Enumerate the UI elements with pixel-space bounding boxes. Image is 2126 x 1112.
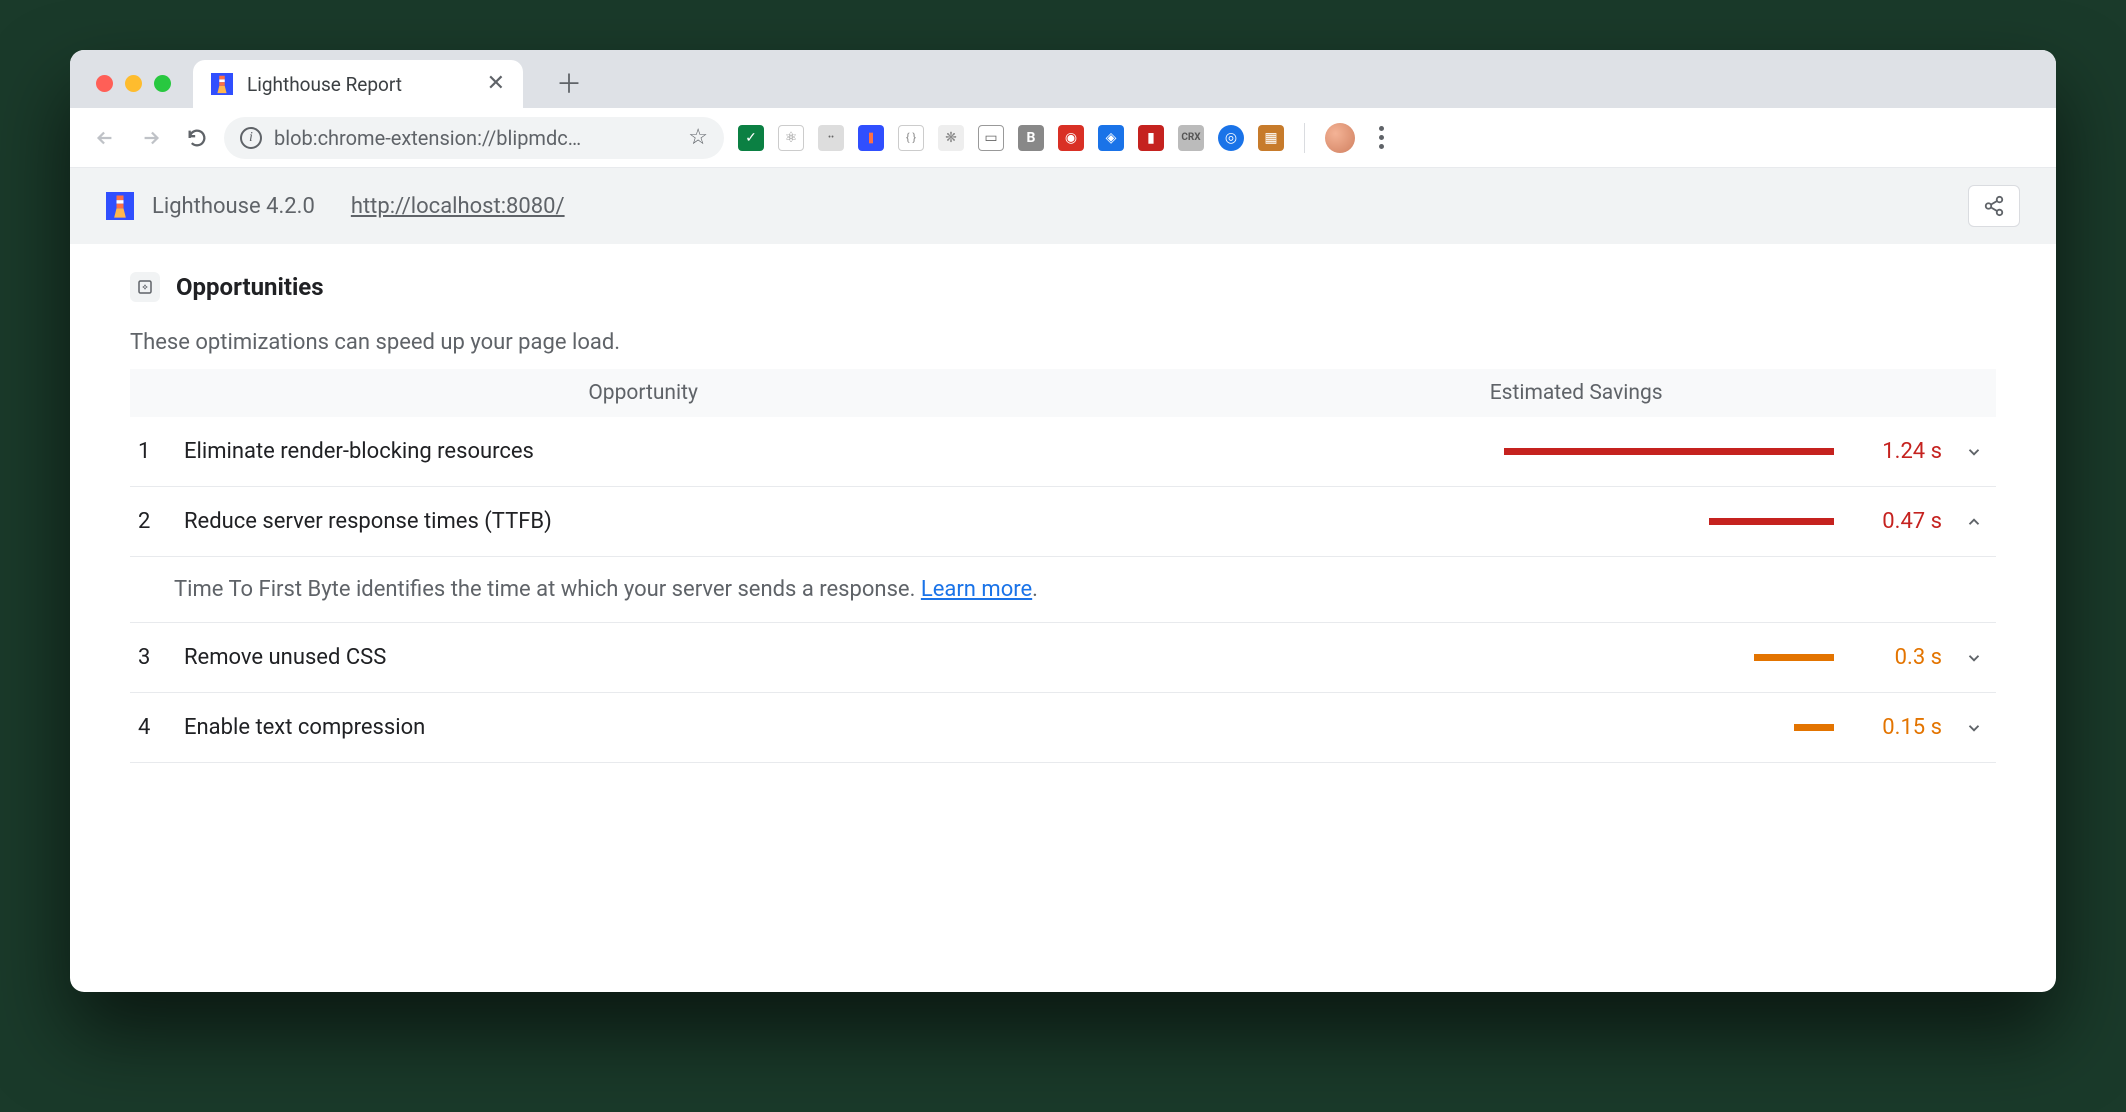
extension-icon[interactable]: ✓ — [738, 125, 764, 151]
bookmark-star-icon[interactable]: ☆ — [688, 125, 708, 150]
report-content: Opportunities These optimizations can sp… — [70, 244, 2056, 992]
extension-icon[interactable] — [858, 125, 884, 151]
extension-icon[interactable]: ◈ — [1098, 125, 1124, 151]
toolbar-divider — [1304, 123, 1305, 153]
address-bar[interactable]: i blob:chrome-extension://blipmdc… ☆ — [224, 117, 724, 159]
lighthouse-icon — [106, 192, 134, 220]
extension-icon[interactable]: ❋ — [938, 125, 964, 151]
savings-value: 0.15 s — [1852, 715, 1942, 740]
browser-tab[interactable]: Lighthouse Report ✕ — [193, 60, 523, 108]
report-header: Lighthouse 4.2.0 http://localhost:8080/ — [70, 168, 2056, 244]
column-opportunity: Opportunity — [130, 381, 1156, 405]
maximize-window-button[interactable] — [154, 75, 171, 92]
minimize-window-button[interactable] — [125, 75, 142, 92]
section-description: These optimizations can speed up your pa… — [130, 330, 1996, 355]
close-window-button[interactable] — [96, 75, 113, 92]
browser-toolbar: i blob:chrome-extension://blipmdc… ☆ ✓ ⚛… — [70, 108, 2056, 168]
opportunity-name: Reduce server response times (TTFB) — [184, 509, 1476, 534]
opportunity-index: 3 — [138, 645, 166, 670]
extension-icon[interactable]: ◎ — [1218, 125, 1244, 151]
forward-button[interactable] — [132, 119, 170, 157]
opportunity-index: 1 — [138, 439, 166, 464]
site-info-icon[interactable]: i — [240, 127, 262, 149]
savings-value: 1.24 s — [1852, 439, 1942, 464]
opportunity-row[interactable]: 4 Enable text compression 0.15 s — [130, 693, 1996, 763]
share-button[interactable] — [1968, 185, 2020, 227]
opportunity-name: Eliminate render-blocking resources — [184, 439, 1476, 464]
tab-strip: Lighthouse Report ✕ ＋ — [70, 50, 2056, 108]
opportunities-table-header: Opportunity Estimated Savings — [130, 369, 1996, 417]
new-tab-button[interactable]: ＋ — [547, 60, 591, 104]
opportunity-index: 4 — [138, 715, 166, 740]
opportunity-name: Remove unused CSS — [184, 645, 1476, 670]
tool-version: Lighthouse 4.2.0 — [152, 194, 315, 219]
opportunity-row[interactable]: 3 Remove unused CSS 0.3 s — [130, 623, 1996, 693]
browser-window: Lighthouse Report ✕ ＋ i blob:chrome-exte… — [70, 50, 2056, 992]
savings-bar-track — [1494, 518, 1834, 525]
extensions-row: ✓ ⚛ •• { } ❋ ▭ B ◉ ◈ ▮ CRX ◎ ▦ — [738, 123, 1394, 153]
opportunity-detail: Time To First Byte identifies the time a… — [130, 557, 1996, 623]
extension-icon[interactable]: { } — [898, 125, 924, 151]
extension-icon[interactable]: •• — [818, 125, 844, 151]
window-controls — [84, 75, 183, 108]
section-title: Opportunities — [176, 273, 324, 301]
savings-bar — [1504, 448, 1834, 455]
savings-bar-track — [1494, 724, 1834, 731]
extension-icon[interactable]: ▮ — [1138, 125, 1164, 151]
learn-more-link[interactable]: Learn more — [921, 577, 1032, 602]
savings-value: 0.3 s — [1852, 645, 1942, 670]
chevron-down-icon[interactable] — [1960, 649, 1988, 667]
profile-avatar[interactable] — [1325, 123, 1355, 153]
opportunity-name: Enable text compression — [184, 715, 1476, 740]
url-text: blob:chrome-extension://blipmdc… — [274, 126, 676, 150]
column-savings: Estimated Savings — [1156, 381, 1996, 405]
chevron-up-icon[interactable] — [1960, 513, 1988, 531]
tested-url-link[interactable]: http://localhost:8080/ — [351, 194, 565, 219]
savings-bar-track — [1494, 448, 1834, 455]
opportunity-row[interactable]: 2 Reduce server response times (TTFB) 0.47… — [130, 487, 1996, 557]
savings-bar — [1794, 724, 1834, 731]
lighthouse-icon — [211, 73, 233, 95]
extension-icon[interactable]: CRX — [1178, 125, 1204, 151]
reload-button[interactable] — [178, 119, 216, 157]
savings-value: 0.47 s — [1852, 509, 1942, 534]
close-tab-icon[interactable]: ✕ — [487, 73, 505, 95]
extension-icon[interactable]: ◉ — [1058, 125, 1084, 151]
extension-icon[interactable]: ▭ — [978, 125, 1004, 151]
back-button[interactable] — [86, 119, 124, 157]
chevron-down-icon[interactable] — [1960, 443, 1988, 461]
savings-bar — [1709, 518, 1834, 525]
extension-icon[interactable]: ⚛ — [778, 125, 804, 151]
extension-icon[interactable]: ▦ — [1258, 125, 1284, 151]
section-header: Opportunities — [130, 272, 1996, 302]
opportunities-icon — [130, 272, 160, 302]
browser-menu-button[interactable] — [1369, 126, 1394, 149]
opportunities-list: 1 Eliminate render-blocking resources 1.24… — [130, 417, 1996, 763]
chevron-down-icon[interactable] — [1960, 719, 1988, 737]
opportunity-row[interactable]: 1 Eliminate render-blocking resources 1.24… — [130, 417, 1996, 487]
tab-title: Lighthouse Report — [247, 73, 473, 96]
savings-bar — [1754, 654, 1834, 661]
opportunity-index: 2 — [138, 509, 166, 534]
savings-bar-track — [1494, 654, 1834, 661]
extension-icon[interactable]: B — [1018, 125, 1044, 151]
